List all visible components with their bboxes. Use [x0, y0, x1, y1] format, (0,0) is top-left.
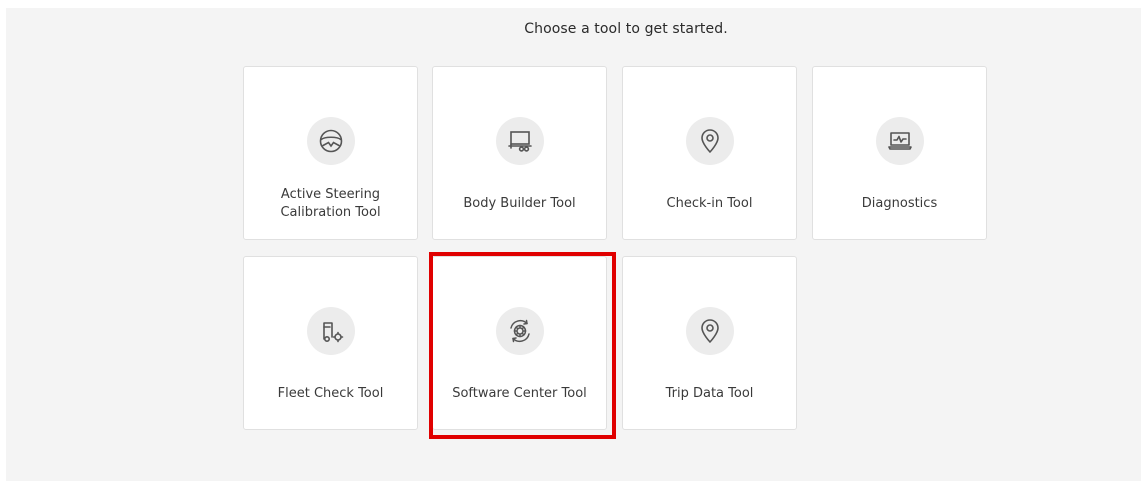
- tile-body-builder-tool[interactable]: Body Builder Tool: [432, 66, 607, 240]
- tool-panel: Choose a tool to get started. Active Ste…: [6, 8, 1141, 481]
- tile-label: Fleet Check Tool: [277, 386, 384, 401]
- truck-gear-icon: [306, 307, 355, 355]
- gear-refresh-icon: [495, 307, 544, 355]
- tile-software-center-tool[interactable]: Software Center Tool: [432, 256, 607, 430]
- tile-fleet-check-tool[interactable]: Fleet Check Tool: [243, 256, 418, 430]
- truck-body-icon: [495, 117, 544, 165]
- tile-label: Diagnostics: [861, 196, 938, 211]
- tile-diagnostics[interactable]: Diagnostics: [812, 66, 987, 240]
- tile-trip-data-tool[interactable]: Trip Data Tool: [622, 256, 797, 430]
- location-pin-icon: [685, 117, 734, 165]
- tile-label: Software Center Tool: [452, 386, 587, 401]
- tile-label: Body Builder Tool: [463, 196, 576, 211]
- steering-wheel-icon: [306, 117, 355, 165]
- tile-label: Check-in Tool: [666, 196, 753, 211]
- laptop-waveform-icon: [875, 117, 924, 165]
- tile-check-in-tool[interactable]: Check-in Tool: [622, 66, 797, 240]
- location-pin-icon: [685, 307, 734, 355]
- page-subtitle: Choose a tool to get started.: [524, 21, 728, 37]
- tile-active-steering-calibration-tool[interactable]: Active Steering Calibration Tool: [243, 66, 418, 240]
- tile-label: Trip Data Tool: [665, 386, 754, 401]
- tile-label: Active Steering Calibration Tool: [280, 187, 381, 220]
